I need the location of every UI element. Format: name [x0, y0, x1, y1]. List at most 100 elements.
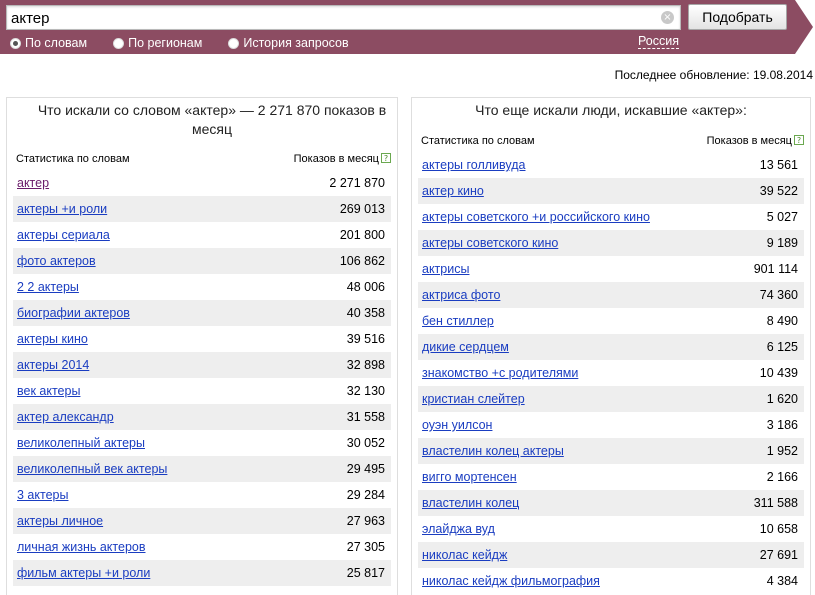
impressions-count: 311 588: [753, 496, 798, 510]
impressions-count: 25 817: [346, 566, 385, 580]
impressions-count: 269 013: [339, 202, 385, 216]
impressions-count: 29 284: [346, 488, 385, 502]
keyword-link[interactable]: николас кейдж фильмография: [422, 574, 600, 588]
help-icon[interactable]: ?: [381, 153, 391, 163]
keyword-link[interactable]: властелин колец: [422, 496, 519, 510]
impressions-count: 39 522: [759, 184, 798, 198]
region-link[interactable]: Россия: [638, 34, 679, 49]
keyword-link[interactable]: бен стиллер: [422, 314, 494, 328]
table-row: актеры советского кино 9 189: [418, 230, 804, 256]
keyword-link[interactable]: элайджа вуд: [422, 522, 495, 536]
impressions-count: 32 130: [346, 384, 385, 398]
keyword-link[interactable]: актеры советского кино: [422, 236, 558, 250]
table-row: актриса фото 74 360: [418, 282, 804, 308]
keyword-link[interactable]: актеры личное: [17, 514, 103, 528]
col-keywords: Статистика по словам: [421, 135, 535, 147]
impressions-count: 5 027: [766, 210, 798, 224]
keyword-link[interactable]: вигго мортенсен: [422, 470, 517, 484]
panel-title: Что еще искали люди, искавшие «актер»:: [475, 102, 747, 118]
keyword-link[interactable]: кристиан слейтер: [422, 392, 525, 406]
table-row: властелин колец актеры 1 952: [418, 438, 804, 464]
col-impressions: Показов в месяц?: [707, 135, 804, 147]
table-row: 3 актеры 29 284: [13, 482, 391, 508]
left-panel: Что искали со словом «актер» — 2 271 870…: [6, 97, 398, 595]
impressions-count: 39 516: [346, 332, 385, 346]
table-row: актер кино 39 522: [418, 178, 804, 204]
column-header: Статистика по словам Показов в месяц?: [16, 153, 391, 169]
table-row: николас кейдж фильмография 4 384: [418, 568, 804, 594]
radio-icon[interactable]: [228, 37, 240, 49]
table-row: личная жизнь актеров 27 305: [13, 534, 391, 560]
clear-icon[interactable]: ×: [661, 11, 674, 24]
column-header: Статистика по словам Показов в месяц?: [421, 135, 804, 151]
table-row: великолепный актеры 30 052: [13, 430, 391, 456]
keyword-link[interactable]: знакомство +с родителями: [422, 366, 578, 380]
keyword-link[interactable]: николас кейдж: [422, 548, 507, 562]
keyword-link[interactable]: актеры +и роли: [17, 202, 107, 216]
keyword-link[interactable]: актер александр: [17, 410, 114, 424]
mode-label: По регионам: [128, 36, 203, 50]
keyword-link[interactable]: актеры сериала: [17, 228, 110, 242]
col-impressions-label: Показов в месяц: [293, 153, 379, 165]
keyword-link[interactable]: актрисы: [422, 262, 469, 276]
keyword-link[interactable]: биографии актеров: [17, 306, 130, 320]
table-row: вигго мортенсен 2 166: [418, 464, 804, 490]
table-row: фильм актеры +и роли 25 817: [13, 560, 391, 586]
keyword-link[interactable]: актеры советского +и российского кино: [422, 210, 650, 224]
keyword-link[interactable]: актер кино: [422, 184, 484, 198]
impressions-count: 10 439: [759, 366, 798, 380]
col-impressions: Показов в месяц?: [294, 153, 391, 165]
impressions-count: 8 490: [766, 314, 798, 328]
keyword-link[interactable]: актеры 2014: [17, 358, 89, 372]
keyword-link[interactable]: фильм актеры +и роли: [17, 566, 150, 580]
table-row: кристиан слейтер 1 620: [418, 386, 804, 412]
impressions-count: 1 952: [766, 444, 798, 458]
help-icon[interactable]: ?: [794, 135, 804, 145]
radio-icon[interactable]: [113, 37, 125, 49]
keyword-link[interactable]: век актеры: [17, 384, 80, 398]
mode-label: История запросов: [243, 36, 349, 50]
table-row: бен стиллер 8 490: [418, 308, 804, 334]
table-row: актеры сериала 201 800: [13, 222, 391, 248]
impressions-count: 74 360: [759, 288, 798, 302]
keyword-link[interactable]: великолепный век актеры: [17, 462, 167, 476]
keyword-link[interactable]: дикие сердцем: [422, 340, 509, 354]
table-row: биографии актеров 40 358: [13, 300, 391, 326]
mode-history[interactable]: История запросов: [228, 36, 349, 50]
keyword-link[interactable]: властелин колец актеры: [422, 444, 564, 458]
keyword-link[interactable]: актеры кино: [17, 332, 88, 346]
mode-by-words[interactable]: По словам: [10, 36, 87, 50]
impressions-count: 4 384: [766, 574, 798, 588]
table-row: актеры +и роли 269 013: [13, 196, 391, 222]
panel-title: Что искали со словом «актер» — 2 271 870…: [37, 102, 387, 137]
radio-checked-icon[interactable]: [10, 37, 21, 49]
impressions-count: 27 963: [346, 514, 385, 528]
keyword-list: актеры голливуда 13 561 актер кино 39 522 ак…: [418, 152, 804, 594]
impressions-count: 2 271 870: [329, 176, 385, 190]
table-row: великолепный век актеры 29 495: [13, 456, 391, 482]
impressions-count: 27 691: [759, 548, 798, 562]
search-input[interactable]: [11, 8, 651, 28]
impressions-count: 9 189: [766, 236, 798, 250]
keyword-link[interactable]: 2 2 актеры: [17, 280, 79, 294]
mode-by-regions[interactable]: По регионам: [113, 36, 202, 50]
table-row: элайджа вуд 10 658: [418, 516, 804, 542]
impressions-count: 201 800: [339, 228, 385, 242]
impressions-count: 32 898: [346, 358, 385, 372]
table-row: знакомство +с родителями 10 439: [418, 360, 804, 386]
table-row: 2 2 актеры 48 006: [13, 274, 391, 300]
keyword-link[interactable]: фото актеров: [17, 254, 96, 268]
keyword-link[interactable]: актеры голливуда: [422, 158, 526, 172]
keyword-link[interactable]: личная жизнь актеров: [17, 540, 146, 554]
table-row: актеры 2014 32 898: [13, 352, 391, 378]
keyword-link[interactable]: 3 актеры: [17, 488, 68, 502]
keyword-link[interactable]: актриса фото: [422, 288, 500, 302]
table-row: век актеры 32 130: [13, 378, 391, 404]
keyword-link[interactable]: оуэн уилсон: [422, 418, 492, 432]
impressions-count: 48 006: [346, 280, 385, 294]
keyword-link[interactable]: актер: [17, 176, 49, 190]
impressions-count: 1 620: [766, 392, 798, 406]
keyword-link[interactable]: великолепный актеры: [17, 436, 145, 450]
keyword-list: актер 2 271 870 актеры +и роли 269 013 актер…: [13, 170, 391, 586]
submit-button[interactable]: Подобрать: [688, 4, 787, 30]
